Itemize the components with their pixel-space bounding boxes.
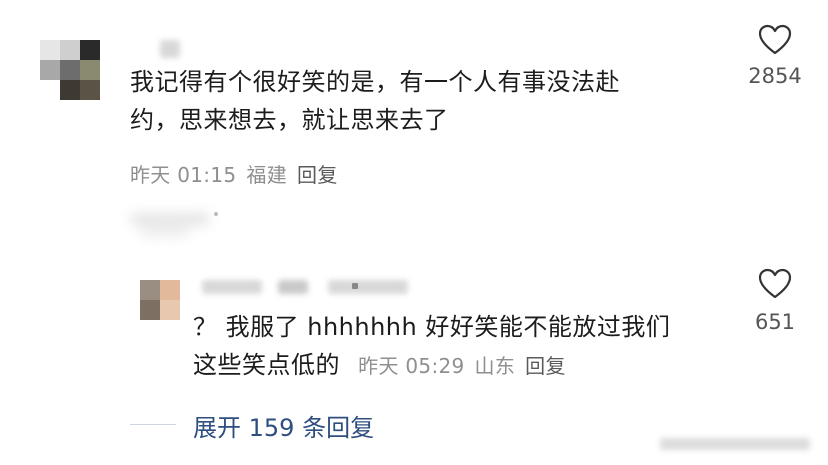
expand-replies-button[interactable]: 展开 159 条回复	[193, 408, 374, 443]
badge-icon	[352, 283, 358, 289]
reply-button[interactable]: 回复	[525, 354, 566, 378]
username[interactable]	[160, 40, 180, 58]
heart-icon	[758, 24, 792, 60]
reply-text-line: ？ 我服了 hhhhhhh 好好笑能不能放过我们	[193, 313, 671, 341]
timestamp: 昨天 05:29	[358, 354, 465, 378]
like-button[interactable]: 651	[735, 268, 815, 334]
like-button[interactable]: 2854	[735, 24, 815, 88]
comment-text-line: 我记得有个很好笑的是，有一个人有事没法赴	[130, 68, 620, 96]
like-count: 651	[754, 310, 796, 334]
heart-icon	[758, 268, 792, 304]
watermark	[660, 432, 820, 456]
blurred-sticker	[130, 205, 230, 245]
reply-meta: 昨天 05:29 山东 回复	[358, 354, 576, 378]
timestamp: 昨天 01:15	[130, 163, 237, 187]
location: 福建	[246, 163, 288, 187]
dot-icon	[214, 212, 218, 216]
avatar[interactable]	[40, 40, 100, 100]
reply-text-line-2: 这些笑点低的 昨天 05:29 山东 回复	[193, 346, 733, 385]
expand-divider	[130, 424, 176, 425]
like-count: 2854	[748, 64, 802, 88]
reply-text-end: 这些笑点低的	[193, 351, 340, 379]
reply-text: ？ 我服了 hhhhhhh 好好笑能不能放过我们 这些笑点低的 昨天 05:29…	[193, 308, 733, 385]
username[interactable]	[198, 278, 418, 298]
avatar[interactable]	[140, 280, 180, 320]
comment-meta: 昨天 01:15 福建 回复	[130, 159, 348, 188]
comment-text: 我记得有个很好笑的是，有一个人有事没法赴 约，思来想去，就让思来去了	[130, 63, 720, 139]
reply-button[interactable]: 回复	[297, 163, 338, 187]
comment-text-line: 约，思来想去，就让思来去了	[130, 106, 449, 134]
location: 山东	[474, 354, 516, 378]
